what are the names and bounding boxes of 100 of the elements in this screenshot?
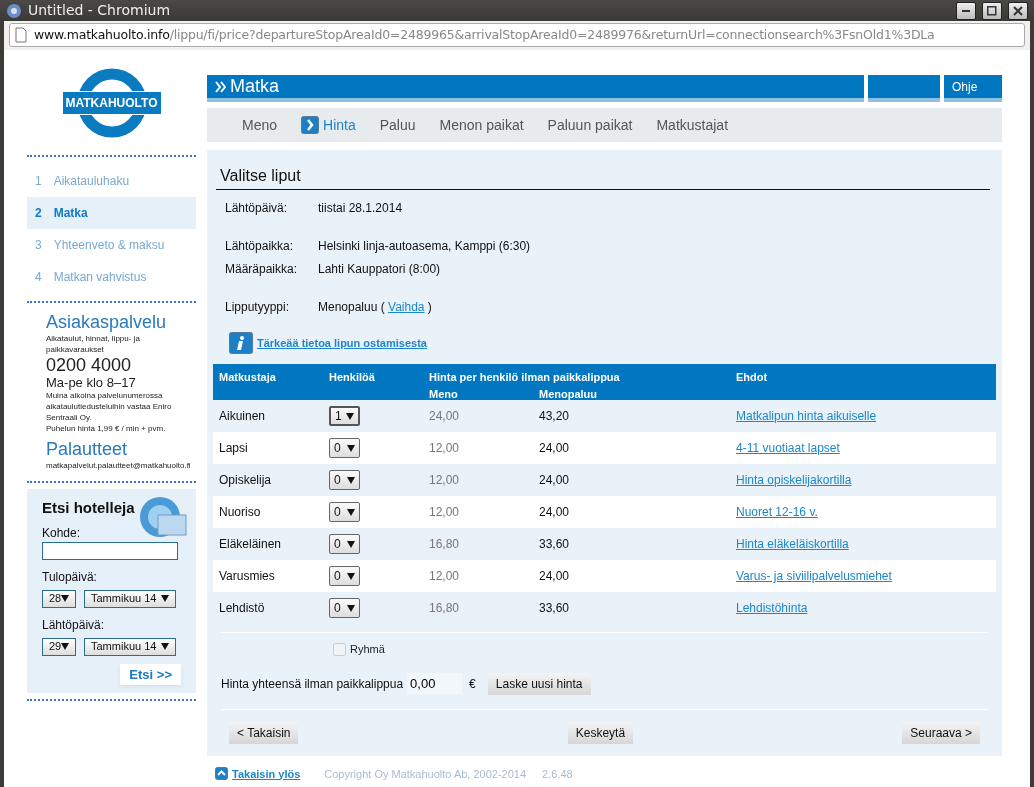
checkbox-label: Ryhmä [350,642,385,657]
dropdown-arrow-icon [347,604,355,612]
terms-link[interactable]: Hinta opiskelijakortilla [736,473,852,487]
price-cell-text: 33,60 [539,536,571,553]
phase-tab[interactable]: Matkustajat [656,114,729,136]
destination-label: Kohde: [42,524,82,542]
detail-label: Lähtöpäivä: [225,200,289,217]
dropdown-arrow-icon [347,476,355,484]
detail-value: Menopaluu ( [318,300,386,314]
terms-link[interactable]: Nuoret 12-16 v. [736,505,818,519]
currency-label: € [469,675,476,693]
terms-link[interactable]: Hinta eläkeläiskortilla [736,537,849,551]
price-cell-text: 43,20 [539,408,571,425]
detail-value: Helsinki linja-autoasema, Kamppi (6:30) [318,238,531,255]
close-icon [1013,5,1023,16]
feedback-email: matkapalvelut.palautteet@matkahuolto.fi [46,460,192,471]
total-field[interactable]: 0,00 [407,672,463,695]
cancel-button[interactable]: Keskeytä [567,721,634,744]
dropdown-arrow-icon [61,595,70,602]
back-button[interactable]: < Takaisin [229,721,299,744]
detail-label: Lipputyyppi: [225,299,291,316]
column-header: Ehdot [736,370,769,385]
price-cell-text: 33,60 [539,600,571,617]
table-cell-text: Varusmies [219,568,276,585]
price-cell-text: 12,00 [429,504,461,521]
step-item[interactable]: 2 Matka [27,197,196,229]
terms-link[interactable]: Lehdistöhinta [736,601,808,615]
dropdown-arrow-icon [161,595,169,602]
table-cell-text: Nuoriso [219,504,262,521]
price-cell-text: 24,00 [429,408,461,425]
info-icon [229,332,253,354]
detail-label: Lähtöpaikka: [225,238,295,255]
destination-field[interactable] [42,541,178,560]
header-title: Matka [230,75,280,98]
hotel-search-title: Etsi hotelleja [42,498,136,518]
select-day[interactable]: 29 [42,637,76,656]
dropdown-arrow-icon [346,412,354,420]
price-cell-text: 12,00 [429,568,461,585]
select-month[interactable]: Tammikuu 14 [84,637,176,656]
page-icon [14,27,28,43]
dropdown-arrow-icon [347,572,355,580]
change-link[interactable]: Vaihda [388,300,425,314]
count-select[interactable]: 0 [329,566,360,586]
total-label: Hinta yhteensä ilman paikkalippua [221,675,404,693]
terms-link[interactable]: 4-11 vuotiaat lapset [736,441,840,455]
price-cell-text: 16,80 [429,536,461,553]
detail-value: Lahti Kauppatori (8:00) [318,261,441,278]
phase-tab[interactable]: Hinta [301,114,356,136]
price-cell-text: 24,00 [539,440,571,457]
address-field[interactable]: www.matkahuolto.info/lippu/fi/price?departureStopAreaId0=2489965&arrivalStopAreaId0=2489976&returnUrl=connectionsearch%3FsnOld1%3DLa [9,23,1025,47]
feedback-title: Palautteet [46,438,129,460]
dropdown-arrow-icon [161,643,169,650]
table-cell-text: Lapsi [219,440,249,457]
count-select[interactable]: 0 [329,598,360,618]
search-button[interactable]: Etsi >> [120,663,181,685]
terms-link[interactable]: Varus- ja siviilipalvelusmiehet [736,569,892,583]
price-cell-text: 12,00 [429,440,461,457]
service-note: Muina aikoina palvelunumerossa aikataulutiedusteluihin vastaa Eniro Sentraali Oy. [46,390,173,423]
close-button[interactable] [1008,1,1028,20]
price-cell-text: 24,00 [539,472,571,489]
phase-tab[interactable]: Menon paikat [439,114,524,136]
terms-link[interactable]: Matkalipun hinta aikuiselle [736,409,877,423]
globe-computer-icon [138,495,188,539]
double-chevron-icon [215,79,226,94]
count-select[interactable]: 1 [329,406,360,426]
column-header: Matkustaja [219,370,277,385]
column-header: Meno [429,386,459,402]
count-select[interactable]: 0 [329,502,360,522]
phase-tab[interactable]: Paluu [379,114,416,136]
phase-tab[interactable]: Meno [242,114,278,136]
price-cell-text: 24,00 [539,504,571,521]
count-select[interactable]: 0 [329,470,360,490]
opening-hours: Ma-pe klo 8–17 [46,375,137,390]
logo-text: MATKAHUOLTO [61,90,162,115]
detail-value: ) [426,300,432,314]
phase-tab[interactable]: Paluun paikat [547,114,633,136]
chevron-icon [301,116,320,134]
table-cell-text: Lehdistö [219,600,266,617]
price-cell-text: 12,00 [429,472,461,489]
recalculate-button[interactable]: Laske uusi hinta [487,672,591,695]
table-cell-text: Aikuinen [219,408,267,425]
version-text: 2.6.48 [542,766,573,782]
select-day[interactable]: 28 [42,589,76,608]
price-cell-text: 16,80 [429,600,461,617]
column-header: Hinta per henkilö ilman paikkalippua [429,370,621,385]
next-button[interactable]: Seuraava > [902,721,980,744]
maximize-button[interactable] [982,1,1002,20]
help-link[interactable]: Ohje [944,75,1002,102]
select-month[interactable]: Tammikuu 14 [84,589,176,608]
detail-value: tiistai 28.1.2014 [318,200,403,217]
count-select[interactable]: 0 [329,438,360,458]
column-header: Henkilöä [329,370,376,385]
back-to-top-link[interactable]: Takaisin ylös [232,765,301,782]
count-select[interactable]: 0 [329,534,360,554]
date-label: Tulopäivä: [42,568,98,586]
minimize-button[interactable] [956,1,976,20]
dropdown-arrow-icon [61,643,70,650]
info-link[interactable]: Tärkeää tietoa lipun ostamisesta [257,334,427,352]
column-header: Menopaluu [539,386,598,402]
browser-icon [6,2,22,19]
